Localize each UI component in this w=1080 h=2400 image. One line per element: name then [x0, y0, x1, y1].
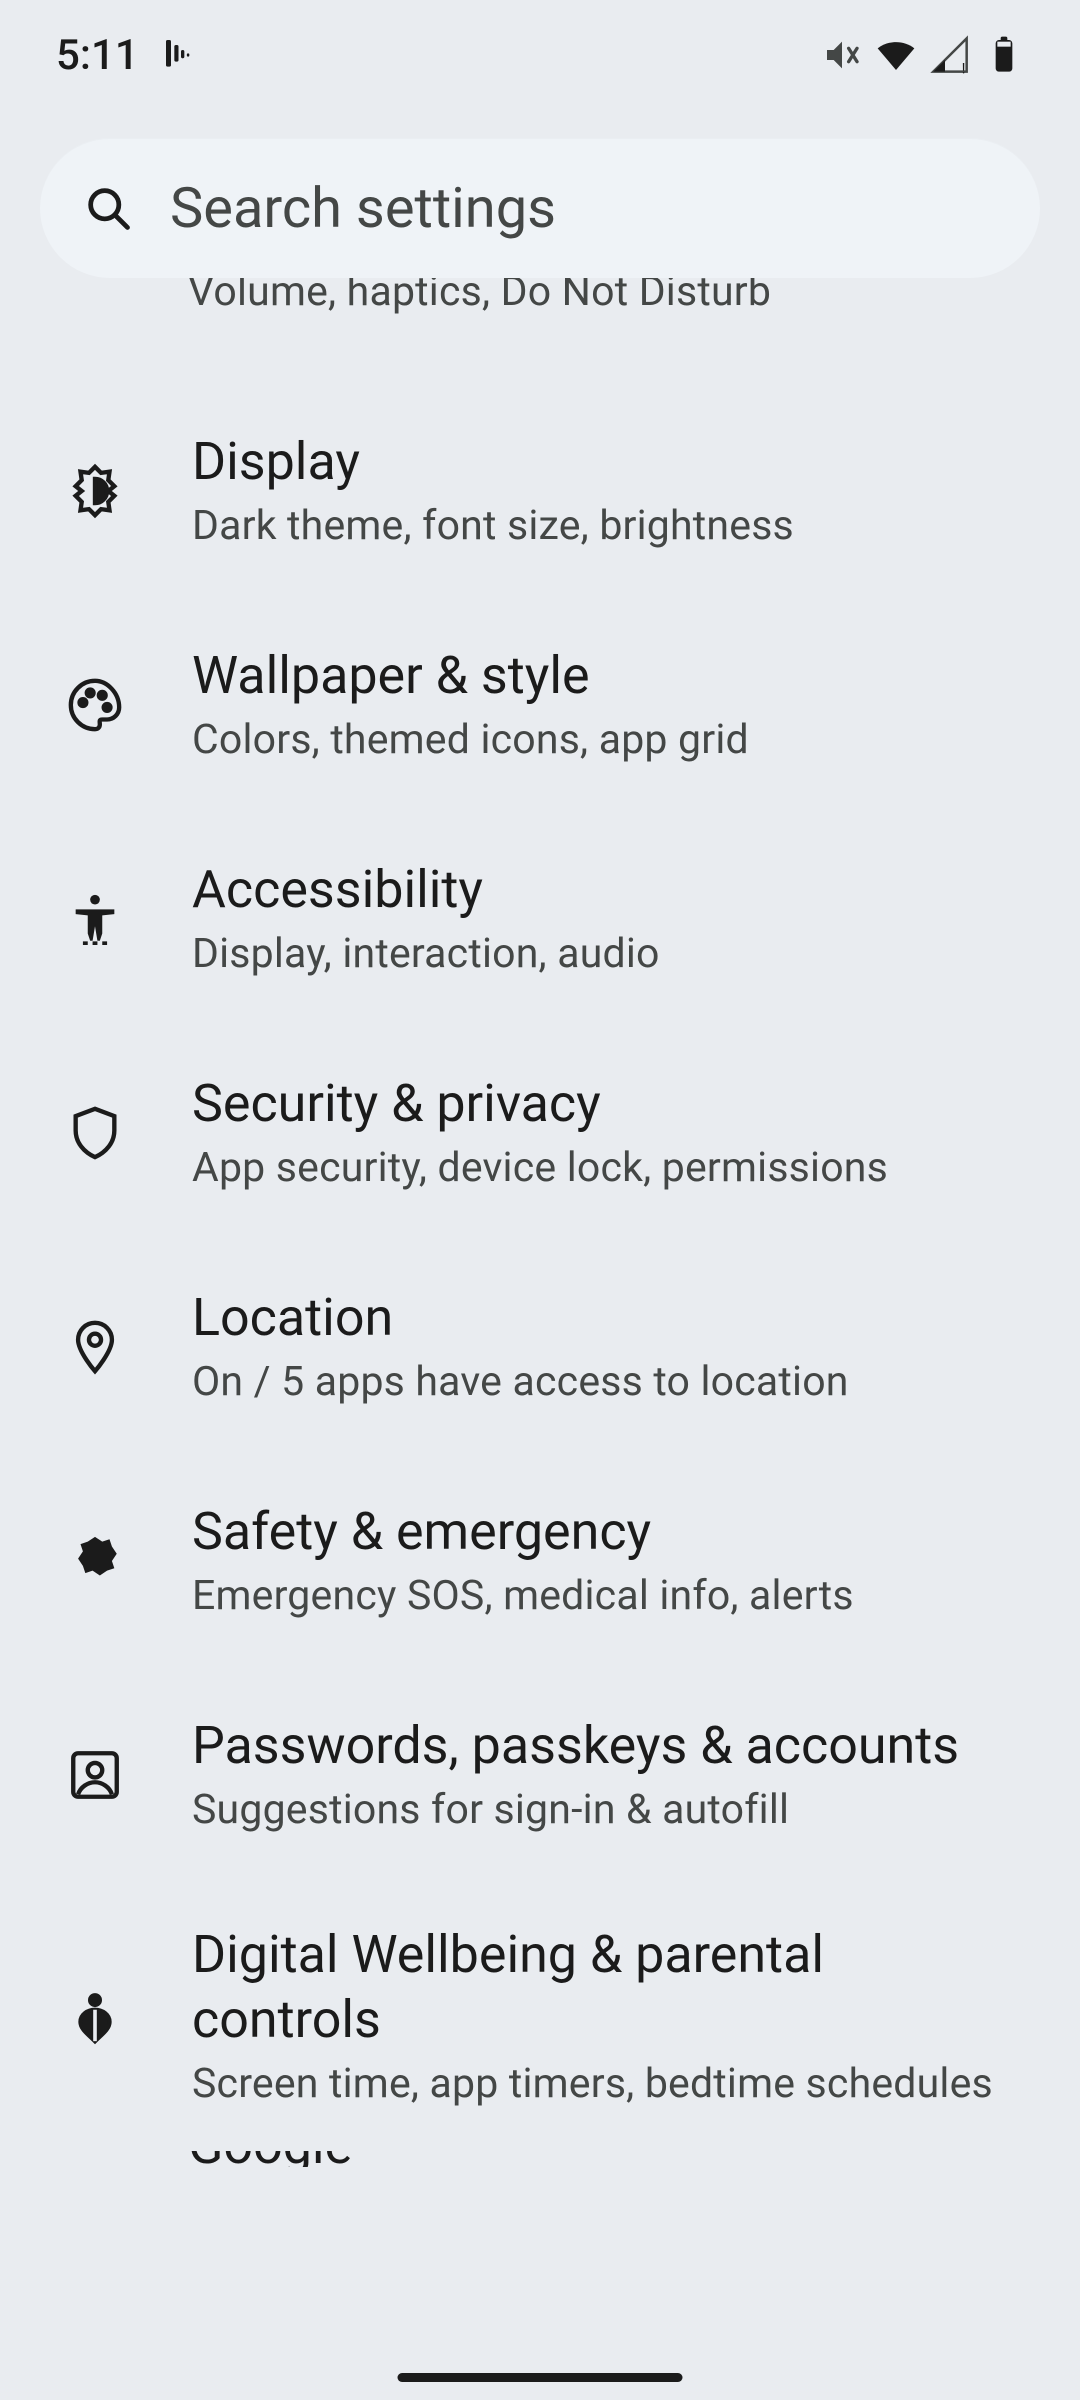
status-time: 5:11	[56, 31, 139, 80]
settings-item-location[interactable]: Location On / 5 apps have access to loca…	[0, 1240, 1080, 1454]
location-icon	[48, 1318, 142, 1376]
status-left: 5:11	[56, 31, 201, 80]
item-subtitle: App security, device lock, permissions	[192, 1142, 1012, 1195]
wifi-icon	[876, 35, 916, 75]
item-title: Accessibility	[192, 857, 1012, 922]
item-subtitle: Colors, themed icons, app grid	[192, 714, 1012, 767]
prev-item-subtitle-clipped: Volume, haptics, Do Not Disturb	[0, 278, 1080, 336]
next-item-title-clipped: Google	[0, 2151, 1080, 2167]
account-box-icon	[48, 1746, 142, 1804]
search-icon	[82, 182, 134, 234]
medical-icon	[48, 1532, 142, 1590]
item-title: Passwords, passkeys & accounts	[192, 1713, 1012, 1778]
volume-muted-icon	[822, 35, 862, 75]
item-title: Location	[192, 1285, 1012, 1350]
search-settings[interactable]: Search settings	[40, 138, 1040, 278]
item-title: Digital Wellbeing & parental controls	[192, 1922, 1012, 2052]
music-notification-icon	[161, 35, 201, 75]
wellbeing-icon	[48, 1988, 142, 2046]
cellular-signal-icon: !	[930, 35, 970, 75]
item-subtitle: Dark theme, font size, brightness	[192, 500, 1012, 553]
item-subtitle: Display, interaction, audio	[192, 928, 1012, 981]
battery-icon	[984, 35, 1024, 75]
brightness-icon	[48, 462, 142, 520]
search-container: Search settings	[0, 110, 1080, 278]
item-subtitle: Screen time, app timers, bedtime schedul…	[192, 2058, 1012, 2111]
item-title: Wallpaper & style	[192, 643, 1012, 708]
settings-item-passwords[interactable]: Passwords, passkeys & accounts Suggestio…	[0, 1668, 1080, 1882]
item-subtitle: Emergency SOS, medical info, alerts	[192, 1570, 1012, 1623]
status-bar: 5:11 !	[0, 0, 1080, 110]
settings-item-display[interactable]: Display Dark theme, font size, brightnes…	[0, 384, 1080, 598]
search-placeholder: Search settings	[170, 175, 556, 241]
item-title: Safety & emergency	[192, 1499, 1012, 1564]
svg-text:!: !	[962, 59, 966, 75]
item-subtitle: Suggestions for sign-in & autofill	[192, 1784, 1012, 1837]
settings-item-wallpaper[interactable]: Wallpaper & style Colors, themed icons, …	[0, 598, 1080, 812]
settings-item-wellbeing[interactable]: Digital Wellbeing & parental controls Sc…	[0, 1882, 1080, 2151]
palette-icon	[48, 676, 142, 734]
item-title: Security & privacy	[192, 1071, 1012, 1136]
shield-icon	[48, 1104, 142, 1162]
nav-handle[interactable]	[398, 2373, 683, 2382]
settings-list: Display Dark theme, font size, brightnes…	[0, 336, 1080, 2151]
settings-item-security[interactable]: Security & privacy App security, device …	[0, 1026, 1080, 1240]
status-right: !	[822, 35, 1024, 75]
settings-item-safety[interactable]: Safety & emergency Emergency SOS, medica…	[0, 1454, 1080, 1668]
settings-item-accessibility[interactable]: Accessibility Display, interaction, audi…	[0, 812, 1080, 1026]
item-subtitle: On / 5 apps have access to location	[192, 1356, 1012, 1409]
accessibility-icon	[48, 890, 142, 948]
item-title: Display	[192, 429, 1012, 494]
